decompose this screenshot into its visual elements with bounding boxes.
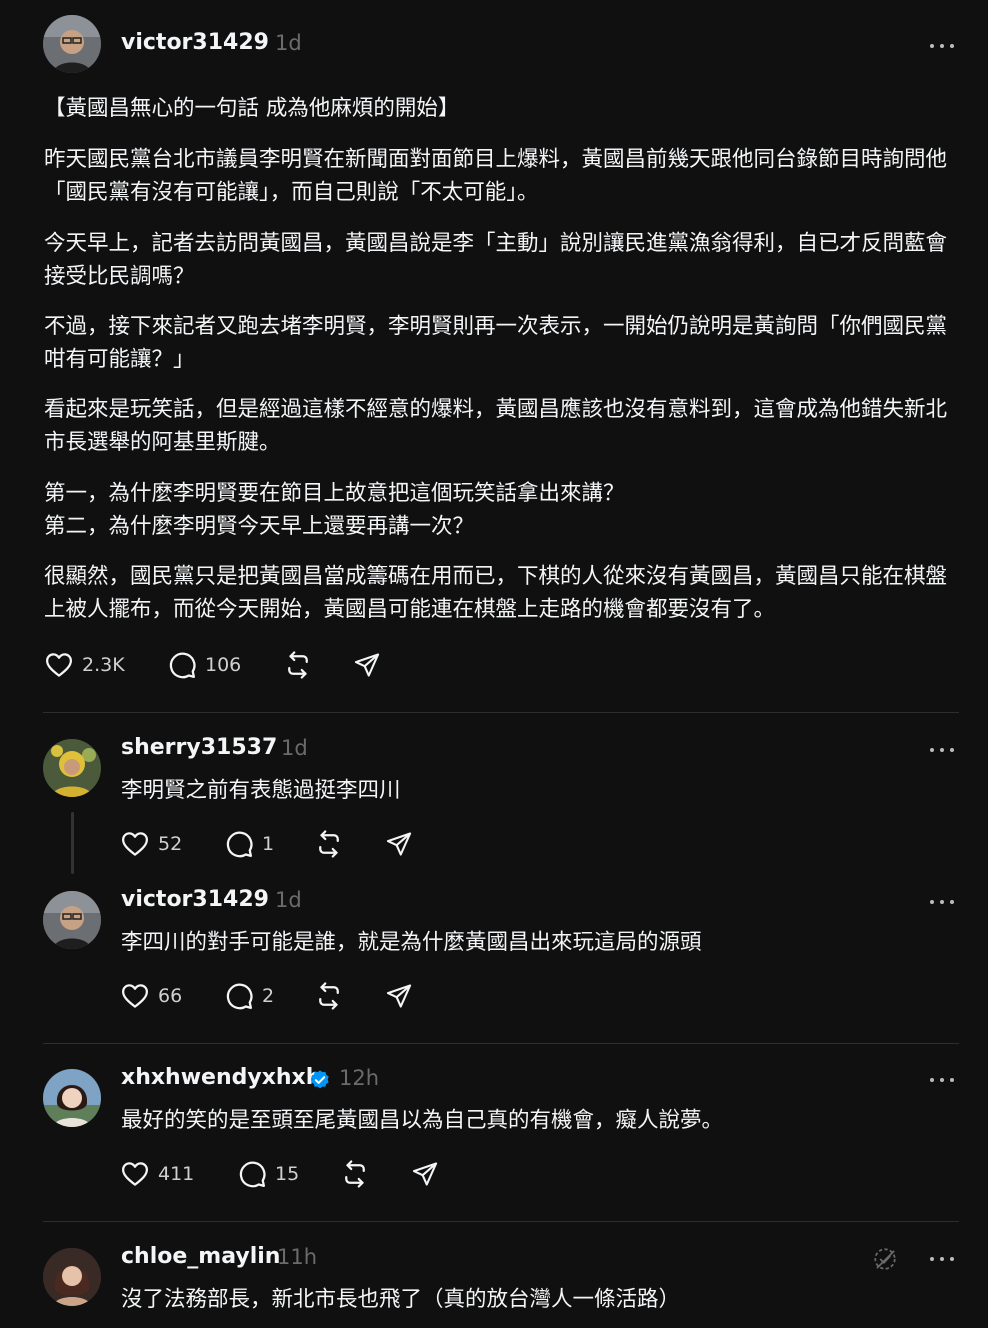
repost-icon <box>283 650 313 680</box>
comment-icon <box>224 829 254 859</box>
share-icon <box>353 651 381 679</box>
comment-button[interactable]: 106 <box>167 650 241 680</box>
more-options-icon[interactable] <box>928 740 958 760</box>
heart-icon <box>44 650 74 680</box>
more-options-icon[interactable] <box>928 1249 958 1269</box>
reply-timestamp: 12h <box>339 1066 380 1090</box>
post-timestamp: 1d <box>275 31 302 55</box>
post-username[interactable]: victor31429 <box>121 30 269 55</box>
post-paragraph: 看起來是玩笑話，但是經過這樣不經意的爆料，黃國昌應該也沒有意料到，這會成為他錯失… <box>44 397 948 455</box>
repost-button[interactable] <box>314 981 344 1011</box>
user-photo-icon <box>43 891 101 949</box>
comment-icon <box>224 981 254 1011</box>
reply-username[interactable]: chloe_maylin <box>121 1244 280 1269</box>
reply-timestamp: 11h <box>277 1245 318 1269</box>
more-options-icon[interactable] <box>928 1070 958 1090</box>
like-count: 52 <box>158 833 183 855</box>
heart-icon <box>120 981 150 1011</box>
user-photo-icon <box>43 1069 101 1127</box>
share-button[interactable] <box>353 651 381 679</box>
divider <box>43 712 959 713</box>
comment-icon <box>167 650 197 680</box>
divider <box>43 1221 959 1222</box>
thread-line <box>71 812 74 874</box>
post-title: 【黃國昌無心的一句話 成為他麻煩的開始】 <box>44 96 460 121</box>
like-button[interactable]: 2.3K <box>44 650 125 680</box>
repost-icon <box>314 981 344 1011</box>
post-paragraph: 很顯然，國民黨只是把黃國昌當成籌碼在用而已，下棋的人從來沒有黃國昌，黃國昌只能在… <box>44 564 948 622</box>
repost-icon <box>340 1159 370 1189</box>
post-paragraph: 不過，接下來記者又跑去堵李明賢，李明賢則再一次表示，一開始仍說明是黃詢問「你們國… <box>44 314 948 372</box>
post-paragraph: 第一，為什麼李明賢要在節目上故意把這個玩笑話拿出來講？ <box>44 481 625 506</box>
verified-badge-icon <box>311 1070 329 1089</box>
avatar[interactable] <box>43 15 101 73</box>
repost-icon <box>314 829 344 859</box>
reply-timestamp: 1d <box>281 736 308 760</box>
like-button[interactable]: 52 <box>120 829 182 859</box>
reply-username[interactable]: sherry31537 <box>121 735 277 760</box>
avatar[interactable] <box>43 891 101 949</box>
reply-text: 李明賢之前有表態過挺李四川 <box>121 778 401 803</box>
post-paragraph: 昨天國民黨台北市議員李明賢在新聞面對面節目上爆料，黃國昌前幾天跟他同台錄節目時詢… <box>44 147 948 205</box>
comment-count: 15 <box>275 1163 300 1185</box>
repost-button[interactable] <box>314 829 344 859</box>
user-photo-icon <box>43 15 101 73</box>
avatar[interactable] <box>43 1069 101 1127</box>
reply-username[interactable]: xhxhwendyxhxh <box>121 1065 321 1090</box>
post-paragraph: 今天早上，記者去訪問黃國昌，黃國昌說是李「主動」說別讓民進黨漁翁得利，自已才反問… <box>44 231 948 289</box>
user-photo-icon <box>43 739 101 797</box>
reply-timestamp: 1d <box>275 888 302 912</box>
divider <box>43 1043 959 1044</box>
more-options-icon[interactable] <box>928 36 958 56</box>
comment-button[interactable]: 15 <box>237 1159 299 1189</box>
reply-text: 李四川的對手可能是誰，就是為什麼黃國昌出來玩這局的源頭 <box>121 930 702 955</box>
share-button[interactable] <box>411 1160 439 1188</box>
avatar[interactable] <box>43 739 101 797</box>
repost-button[interactable] <box>340 1159 370 1189</box>
comment-icon <box>237 1159 267 1189</box>
reply-text: 最好的笑的是至頭至尾黃國昌以為自己真的有機會，癡人說夢。 <box>121 1108 724 1133</box>
heart-icon <box>120 1159 150 1189</box>
comment-count: 2 <box>262 985 275 1007</box>
more-options-icon[interactable] <box>928 892 958 912</box>
reply-text: 沒了法務部長，新北市長也飛了（真的放台灣人一條活路） <box>121 1287 681 1312</box>
reply-username[interactable]: victor31429 <box>121 887 269 912</box>
like-count: 411 <box>158 1163 195 1185</box>
hidden-reply-icon[interactable] <box>872 1246 898 1272</box>
share-icon <box>385 982 413 1010</box>
share-button[interactable] <box>385 830 413 858</box>
repost-button[interactable] <box>283 650 313 680</box>
like-button[interactable]: 411 <box>120 1159 194 1189</box>
heart-icon <box>120 829 150 859</box>
user-photo-icon <box>43 1248 101 1306</box>
like-count: 66 <box>158 985 183 1007</box>
share-icon <box>385 830 413 858</box>
comment-button[interactable]: 2 <box>224 981 274 1011</box>
share-icon <box>411 1160 439 1188</box>
comment-count: 1 <box>262 833 275 855</box>
avatar[interactable] <box>43 1248 101 1306</box>
share-button[interactable] <box>385 982 413 1010</box>
like-button[interactable]: 66 <box>120 981 182 1011</box>
comment-count: 106 <box>205 654 242 676</box>
like-count: 2.3K <box>82 654 125 676</box>
comment-button[interactable]: 1 <box>224 829 274 859</box>
post-paragraph: 第二，為什麼李明賢今天早上還要再講一次？ <box>44 514 475 539</box>
